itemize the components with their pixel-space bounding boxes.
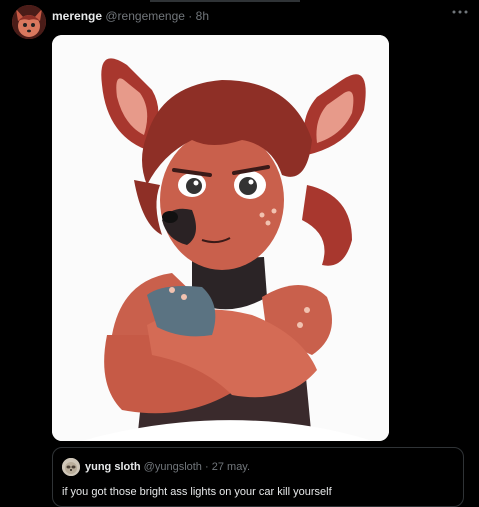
quoted-tweet-text: if you got those bright ass lights on yo… bbox=[62, 486, 332, 498]
deer-girl-artwork bbox=[52, 35, 389, 441]
display-name[interactable]: merenge bbox=[52, 9, 102, 23]
quoted-display-name[interactable]: yung sloth bbox=[85, 461, 141, 473]
quoted-handle[interactable]: @yungsloth bbox=[144, 461, 202, 473]
timestamp[interactable]: 8h bbox=[196, 9, 209, 23]
quoted-timestamp[interactable]: 27 may. bbox=[212, 461, 250, 473]
media-image[interactable] bbox=[52, 35, 389, 441]
avatar-image bbox=[12, 5, 46, 39]
separator-dot: · bbox=[205, 461, 209, 473]
quoted-tweet[interactable]: yung sloth @yungsloth · 27 may. if you g… bbox=[52, 447, 464, 507]
separator-dot: · bbox=[188, 9, 193, 23]
divider bbox=[150, 0, 300, 2]
tweet-header: merenge @rengemenge · 8h bbox=[52, 9, 209, 23]
tweet[interactable]: merenge @rengemenge · 8h yung sloth @yun… bbox=[0, 0, 479, 507]
avatar[interactable] bbox=[12, 5, 46, 39]
handle[interactable]: @rengemenge bbox=[105, 9, 185, 23]
sloth-avatar-image bbox=[62, 458, 80, 476]
more-horizontal-icon[interactable] bbox=[450, 4, 470, 20]
quoted-tweet-header: yung sloth @yungsloth · 27 may. bbox=[85, 461, 250, 474]
quoted-avatar[interactable] bbox=[62, 458, 80, 476]
